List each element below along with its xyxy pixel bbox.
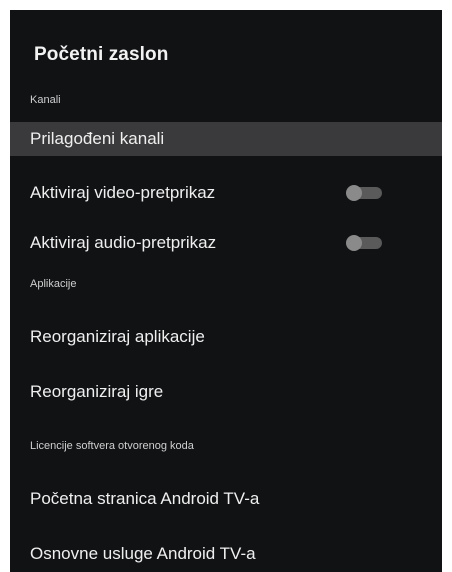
- menu-item-label: Osnovne usluge Android TV-a: [30, 544, 256, 563]
- menu-item-reorder-apps[interactable]: Reorganiziraj aplikacije: [10, 320, 442, 354]
- toggle-thumb: [346, 185, 362, 201]
- menu-item-custom-channels[interactable]: Prilagođeni kanali: [10, 122, 442, 156]
- menu-item-label: Aktiviraj audio-pretprikaz: [30, 233, 217, 252]
- page-title: Početni zaslon: [34, 44, 169, 65]
- menu-item-android-tv-core[interactable]: Osnovne usluge Android TV-a: [10, 537, 442, 571]
- menu-item-label: Početna stranica Android TV-a: [30, 489, 260, 508]
- section-header-apps: Aplikacije: [30, 278, 77, 290]
- menu-item-label: Reorganiziraj aplikacije: [30, 327, 205, 346]
- video-preview-toggle[interactable]: [346, 185, 384, 201]
- menu-item-label: Prilagođeni kanali: [30, 129, 165, 148]
- section-header-channels: Kanali: [30, 94, 61, 106]
- menu-item-android-tv-home[interactable]: Početna stranica Android TV-a: [10, 482, 442, 516]
- audio-preview-toggle[interactable]: [346, 235, 384, 251]
- toggle-thumb: [346, 235, 362, 251]
- menu-item-label: Reorganiziraj igre: [30, 382, 164, 401]
- section-header-licenses: Licencije softvera otvorenog koda: [30, 440, 194, 452]
- menu-item-audio-preview[interactable]: Aktiviraj audio-pretprikaz: [10, 226, 442, 260]
- menu-item-label: Aktiviraj video-pretprikaz: [30, 183, 216, 202]
- menu-item-reorder-games[interactable]: Reorganiziraj igre: [10, 375, 442, 409]
- menu-item-video-preview[interactable]: Aktiviraj video-pretprikaz: [10, 176, 442, 210]
- settings-panel: Početni zaslon Kanali Prilagođeni kanali…: [10, 10, 442, 572]
